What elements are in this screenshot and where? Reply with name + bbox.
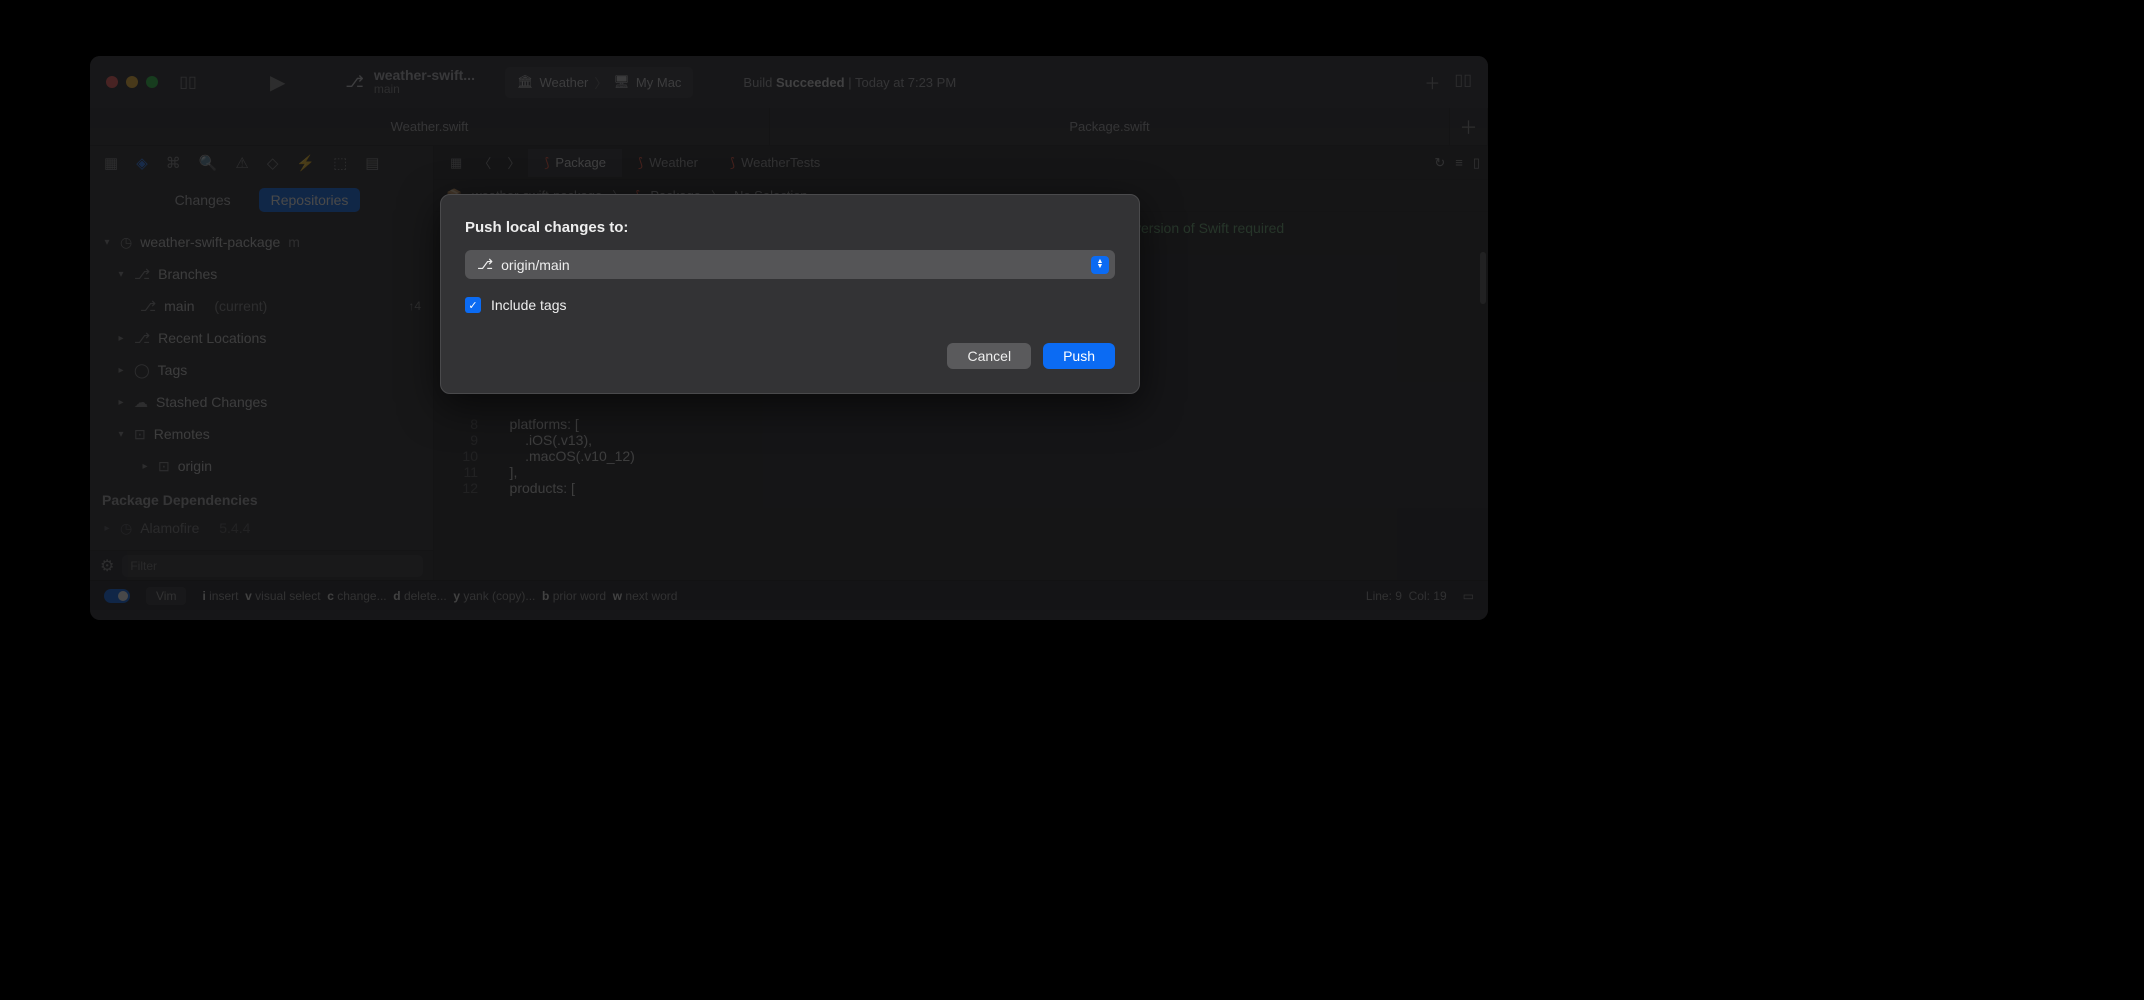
tree-remote-origin[interactable]: ▸⊡ origin	[90, 450, 433, 482]
breakpoint-nav-icon[interactable]: ⬚	[333, 154, 347, 172]
code-line: 11 ],	[434, 464, 1488, 480]
tree-remotes[interactable]: ▾⊡ Remotes	[90, 418, 433, 450]
back-icon[interactable]: 〈	[470, 153, 499, 172]
code-line: 9 .iOS(.v13),	[434, 432, 1488, 448]
library-icon[interactable]: ▯▯	[1454, 70, 1472, 94]
branch-icon: ⎇	[477, 256, 493, 273]
tree-recent[interactable]: ▸⎇ Recent Locations	[90, 322, 433, 354]
tree-repo-root[interactable]: ▾◷ weather-swift-packagem	[90, 226, 433, 258]
tree-dep-alamofire[interactable]: ▸◷ Alamofire 5.4.4	[90, 512, 433, 544]
xcode-window: ▯▯ ▶ ⎇ weather-swift... main 🏛 Weather 〉…	[90, 56, 1488, 620]
debug-area-icon[interactable]: ▭	[1463, 589, 1474, 603]
fullscreen-icon[interactable]	[146, 76, 158, 88]
swift-icon: ⟆	[638, 155, 643, 171]
status-bar: Vim i insert v visual select c change...…	[90, 580, 1488, 610]
traffic-lights	[106, 76, 158, 88]
folder-nav-icon[interactable]: ▦	[104, 154, 118, 172]
report-nav-icon[interactable]: ▤	[365, 154, 379, 172]
titlebar: ▯▯ ▶ ⎇ weather-swift... main 🏛 Weather 〉…	[90, 56, 1488, 108]
sidebar-toggle-icon[interactable]: ▯▯	[176, 70, 200, 94]
close-icon[interactable]	[106, 76, 118, 88]
branch-icon: ⎇	[134, 330, 150, 347]
segment-changes[interactable]: Changes	[163, 188, 243, 212]
run-button[interactable]: ▶	[270, 70, 285, 95]
scrollbar[interactable]	[1480, 252, 1486, 304]
tree-stashed[interactable]: ▸☁ Stashed Changes	[90, 386, 433, 418]
scheme-dest-icon: 🖥	[613, 74, 630, 90]
code-comment: version of Swift required	[1134, 220, 1284, 236]
refresh-icon[interactable]: ↻	[1434, 155, 1445, 171]
scheme-selector[interactable]: 🏛 Weather 〉 🖥 My Mac	[505, 67, 693, 98]
panel-icon[interactable]: ▯	[1473, 155, 1480, 171]
push-dialog: Push local changes to: ⎇ origin/main ▲▼ …	[440, 194, 1140, 394]
scm-tree: ▾◷ weather-swift-packagem ▾⎇ Branches ⎇ …	[90, 220, 433, 550]
scm-nav-icon[interactable]: ◈	[136, 154, 148, 172]
project-indicator[interactable]: ⎇ weather-swift... main	[345, 68, 475, 97]
swift-icon: ⟆	[730, 155, 735, 171]
scheme-target-icon: 🏛	[517, 74, 534, 90]
dropdown-value: origin/main	[501, 257, 569, 273]
editor-tab-package[interactable]: ⟆Package	[528, 149, 622, 177]
branch-icon: ⎇	[140, 298, 156, 315]
tree-branches[interactable]: ▾⎇ Branches	[90, 258, 433, 290]
status-line: Line: 9	[1366, 589, 1402, 603]
forward-icon[interactable]: 〉	[499, 153, 528, 172]
project-name: weather-swift...	[374, 68, 475, 83]
clock-icon: ◷	[120, 520, 132, 537]
gear-icon[interactable]: ⚙	[100, 556, 114, 576]
branch-icon: ⎇	[345, 72, 363, 92]
ahead-badge: ↑4	[408, 299, 421, 313]
tab-add[interactable]: ＋	[1450, 108, 1488, 145]
package-deps-header: Package Dependencies	[90, 482, 433, 512]
tree-tags[interactable]: ▸◯ Tags	[90, 354, 433, 386]
dialog-title: Push local changes to:	[465, 219, 1115, 236]
add-icon[interactable]: ＋	[1424, 70, 1440, 94]
lines-icon[interactable]: ≡	[1455, 155, 1463, 171]
navigator-sidebar: ▦ ◈ ⌘ 🔍 ⚠ ◇ ⚡ ⬚ ▤ Changes Repositories ▾…	[90, 146, 434, 580]
scheme-destination: My Mac	[636, 75, 682, 90]
code-line: 8 platforms: [	[434, 416, 1488, 432]
scheme-target: Weather	[539, 75, 588, 90]
status-col: Col: 19	[1409, 589, 1447, 603]
code-line: 10 .macOS(.v10_12)	[434, 448, 1488, 464]
branch-name: main	[374, 83, 475, 96]
sidebar-filter: ⚙	[90, 550, 433, 580]
tag-icon: ◯	[134, 362, 150, 379]
code-line: 12 products: [	[434, 480, 1488, 496]
tree-branch-main[interactable]: ⎇ main (current) ↑4	[90, 290, 433, 322]
editor-tab-weather[interactable]: ⟆Weather	[622, 149, 714, 177]
include-tags-checkbox[interactable]: ✓ Include tags	[465, 297, 1115, 313]
push-button[interactable]: Push	[1043, 343, 1115, 369]
file-tabs: Weather.swift Package.swift ＋	[90, 108, 1488, 146]
vim-hints: i insert v visual select c change... d d…	[202, 589, 677, 603]
tab-weather-swift[interactable]: Weather.swift	[90, 108, 770, 145]
vim-toggle[interactable]	[104, 589, 130, 603]
checkbox-icon: ✓	[465, 297, 481, 313]
grid-icon[interactable]: ▦	[442, 155, 470, 171]
checkbox-label: Include tags	[491, 297, 567, 313]
swift-icon: ⟆	[544, 155, 549, 171]
inbox-icon: ☁	[134, 394, 148, 411]
minimize-icon[interactable]	[126, 76, 138, 88]
dropdown-arrow-icon: ▲▼	[1091, 256, 1109, 274]
navigator-selector: ▦ ◈ ⌘ 🔍 ⚠ ◇ ⚡ ⬚ ▤	[90, 146, 433, 180]
tab-package-swift[interactable]: Package.swift	[770, 108, 1450, 145]
segment-repositories[interactable]: Repositories	[259, 188, 361, 212]
debug-nav-icon[interactable]: ⚡	[296, 154, 315, 172]
find-nav-icon[interactable]: 🔍	[199, 154, 218, 172]
cancel-button[interactable]: Cancel	[947, 343, 1031, 369]
branch-icon: ⎇	[134, 266, 150, 283]
clock-icon: ◷	[120, 234, 132, 251]
filter-input[interactable]	[122, 555, 423, 577]
remote-branch-dropdown[interactable]: ⎇ origin/main ▲▼	[465, 250, 1115, 279]
remote-icon: ⊡	[134, 426, 146, 443]
vim-mode: Vim	[146, 587, 186, 605]
test-nav-icon[interactable]: ◇	[267, 154, 279, 172]
remote-icon: ⊡	[158, 458, 170, 475]
symbol-nav-icon[interactable]: ⌘	[166, 154, 181, 172]
editor-tab-tests[interactable]: ⟆WeatherTests	[714, 149, 836, 177]
build-status: Build Succeeded | Today at 7:23 PM	[743, 75, 956, 90]
issue-nav-icon[interactable]: ⚠	[235, 154, 248, 172]
